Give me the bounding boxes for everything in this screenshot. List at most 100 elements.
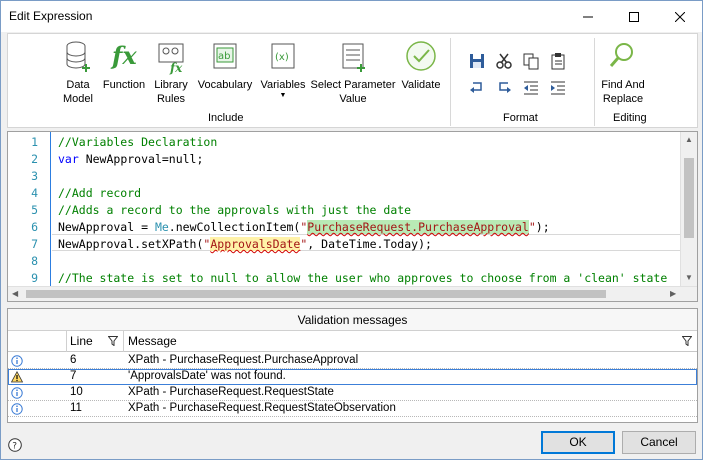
string-literal-highlighted: PurchaseRequest.PurchaseApproval — [307, 220, 529, 234]
string-literal-warning: ApprovalsDate — [210, 237, 301, 251]
code-line-1: //Variables Declaration — [58, 135, 217, 149]
row-line-number: 6 — [70, 354, 77, 366]
scroll-up-arrow-icon[interactable]: ▲ — [685, 136, 693, 144]
code-line-9: //The state is set to null to allow the … — [58, 271, 667, 285]
validation-messages-panel: Validation messages Line Message 6 XPath… — [7, 308, 698, 423]
filter-icon[interactable] — [682, 336, 692, 346]
code-line-4: //Add record — [58, 186, 141, 200]
select-parameter-value-button[interactable]: Select Parameter Value — [310, 38, 396, 106]
svg-text:ab: ab — [218, 51, 230, 62]
row-message: XPath - PurchaseRequest.PurchaseApproval — [128, 354, 359, 366]
outdent-icon[interactable] — [522, 78, 540, 96]
line-number: 5 — [31, 203, 38, 217]
warning-icon — [11, 371, 23, 383]
code-editor[interactable]: 1 2 3 4 5 6 7 8 9 //Variables Declaratio… — [7, 131, 698, 302]
vocabulary-icon: ab — [213, 43, 237, 69]
horizontal-scroll-thumb[interactable] — [26, 290, 606, 298]
row-line-number: 10 — [70, 386, 83, 398]
code-line-6: NewApproval = Me.newCollectionItem("Purc… — [58, 220, 550, 234]
validate-button[interactable]: Validate — [400, 38, 442, 92]
table-row[interactable]: 10 XPath - PurchaseRequest.RequestState — [8, 385, 697, 401]
library-rules-button[interactable]: fx Library Rules — [151, 38, 191, 106]
scroll-left-arrow-icon[interactable]: ◀ — [12, 290, 18, 298]
title-bar: Edit Expression — [1, 1, 702, 32]
function-button[interactable]: fx Function — [102, 38, 146, 92]
maximize-button[interactable] — [611, 1, 657, 32]
row-line-number: 11 — [70, 402, 82, 414]
select-parameter-icon — [342, 43, 365, 72]
keyword-text: var — [58, 152, 79, 166]
line-column-header[interactable]: Line — [70, 334, 93, 348]
ribbon-separator — [594, 38, 595, 126]
cut-icon[interactable] — [495, 52, 513, 70]
validation-table-header: Line Message — [8, 331, 697, 352]
info-icon — [11, 403, 23, 415]
comment-text: //Adds a record to the approvals with ju… — [58, 203, 412, 217]
ribbon-separator — [450, 38, 451, 126]
close-button[interactable] — [657, 1, 703, 32]
line-number: 1 — [31, 135, 38, 149]
code-line-2: var NewApproval=null; — [58, 152, 203, 166]
gutter-divider — [50, 132, 51, 287]
vertical-scroll-thumb[interactable] — [684, 158, 694, 238]
variables-button[interactable]: (x) Variables ▼ — [258, 38, 308, 100]
code-text: .newCollectionItem( — [168, 220, 301, 234]
undo-icon[interactable] — [468, 78, 486, 96]
ribbon-toolbar: Data Model fx Function fx Library Rules — [7, 33, 698, 128]
line-number-gutter: 1 2 3 4 5 6 7 8 9 — [8, 132, 52, 287]
help-icon[interactable]: ? — [8, 438, 22, 452]
code-line-7: NewApproval.setXPath("ApprovalsDate", Da… — [58, 237, 432, 251]
info-icon — [11, 387, 23, 399]
table-row[interactable]: 11 XPath - PurchaseRequest.RequestStateO… — [8, 401, 697, 417]
maximize-icon — [629, 11, 639, 22]
function-label: Function — [102, 79, 146, 91]
column-separator — [66, 331, 67, 352]
close-icon — [675, 11, 685, 22]
line-number: 2 — [31, 152, 38, 166]
row-message: XPath - PurchaseRequest.RequestState — [128, 386, 334, 398]
cancel-button[interactable]: Cancel — [622, 431, 696, 454]
table-row[interactable]: 6 XPath - PurchaseRequest.PurchaseApprov… — [8, 353, 697, 369]
string-quote: " — [528, 220, 536, 234]
svg-text:(x): (x) — [275, 52, 289, 63]
filter-icon[interactable] — [108, 336, 118, 346]
comment-text: //Add record — [58, 186, 142, 200]
edit-expression-window: Edit Expression Data Model fx Function f… — [0, 0, 703, 460]
row-message: 'ApprovalsDate' was not found. — [128, 370, 286, 382]
line-number: 9 — [31, 271, 38, 285]
ok-button[interactable]: OK — [541, 431, 615, 454]
editor-vertical-scrollbar[interactable]: ▲ ▼ — [680, 132, 697, 287]
code-text: NewApproval = — [58, 220, 155, 234]
minimize-icon — [583, 16, 593, 17]
svg-text:fx: fx — [169, 61, 183, 75]
minimize-button[interactable] — [565, 1, 611, 32]
line-number: 7 — [31, 237, 38, 251]
line-number: 4 — [31, 186, 38, 200]
library-rules-label: Library Rules — [154, 79, 188, 105]
format-group-label: Format — [503, 112, 538, 124]
find-replace-icon — [609, 43, 633, 67]
svg-text:?: ? — [12, 442, 17, 452]
indent-icon[interactable] — [549, 78, 567, 96]
scroll-down-arrow-icon[interactable]: ▼ — [685, 274, 693, 282]
paste-icon[interactable] — [549, 52, 567, 70]
svg-text:fx: fx — [110, 41, 137, 70]
redo-icon[interactable] — [495, 78, 513, 96]
editor-horizontal-scrollbar[interactable]: ◀ ▶ — [8, 286, 697, 301]
scroll-right-arrow-icon[interactable]: ▶ — [670, 290, 676, 298]
validation-panel-title: Validation messages — [8, 309, 697, 331]
table-row-selected[interactable]: 7 'ApprovalsDate' was not found. — [8, 369, 697, 385]
data-model-button[interactable]: Data Model — [58, 38, 98, 106]
row-message: XPath - PurchaseRequest.RequestStateObse… — [128, 402, 396, 414]
copy-icon[interactable] — [522, 52, 540, 70]
message-column-header[interactable]: Message — [128, 334, 177, 348]
code-text: NewApproval=null; — [78, 152, 204, 166]
code-text: NewApproval.setXPath( — [58, 237, 204, 251]
find-and-replace-button[interactable]: Find And Replace — [598, 38, 648, 106]
row-line-number: 7 — [70, 370, 77, 382]
variables-label: Variables — [260, 79, 306, 91]
code-text: ); — [535, 220, 550, 234]
comment-text: //Variables Declaration — [58, 135, 218, 149]
save-icon[interactable] — [468, 52, 486, 70]
vocabulary-button[interactable]: ab Vocabulary — [196, 38, 254, 92]
